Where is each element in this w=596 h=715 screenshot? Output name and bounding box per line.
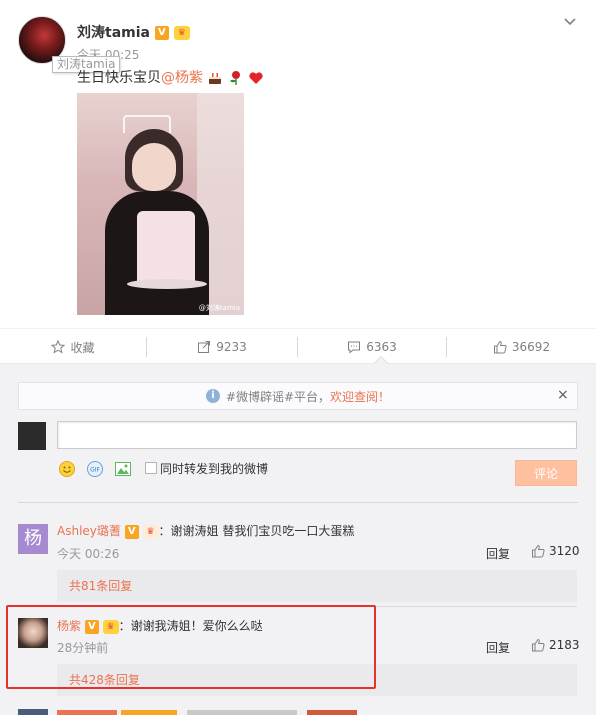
reply-button[interactable]: 回复 (486, 545, 510, 562)
comment-input[interactable] (57, 421, 577, 449)
cake-emoji-icon (209, 73, 222, 84)
emoji-icon[interactable] (58, 460, 76, 478)
next-comment-peek (18, 707, 578, 715)
post-text-body: 生日快乐宝贝 (77, 70, 161, 86)
member-crown-icon[interactable]: ♛ (173, 26, 190, 40)
comment-like-button[interactable]: 3120 (531, 544, 580, 558)
commenter-name[interactable]: Ashley璐蓍 (57, 524, 121, 538)
rumor-notice: i #微博辟谣#平台， 欢迎查阅！ (18, 382, 578, 410)
comment-like-count: 3120 (549, 544, 580, 558)
author-header: 刘涛tamia V ♛ (77, 22, 190, 42)
thumbs-up-icon (532, 544, 545, 558)
favorite-label: 收藏 (70, 340, 95, 355)
comment-time: 今天 00:26 (57, 547, 120, 561)
comment-text: ：谢谢涛姐 替我们宝贝吃一口大蛋糕 (158, 524, 355, 538)
comment-count: 6363 (366, 340, 397, 354)
image-icon[interactable] (114, 460, 132, 478)
birthday-cake-image (137, 211, 195, 283)
mention-link[interactable]: @杨紫 (161, 70, 203, 86)
photo-watermark: @刘涛tamia (198, 304, 240, 312)
rose-emoji-icon (230, 71, 240, 85)
submit-comment-button[interactable]: 评论 (515, 460, 577, 486)
repost-count: 9233 (216, 340, 247, 354)
close-icon[interactable]: × (557, 387, 569, 403)
chevron-down-icon[interactable] (562, 14, 578, 30)
favorite-button[interactable]: 收藏 (0, 329, 146, 365)
like-button[interactable]: 36692 (447, 329, 596, 365)
my-avatar[interactable] (18, 422, 46, 450)
info-icon: i (205, 389, 220, 403)
verified-badge-icon[interactable]: V (124, 524, 139, 539)
panel-caret-inner (374, 357, 388, 364)
like-count: 36692 (511, 340, 551, 354)
repost-icon (198, 341, 211, 353)
post-text: 生日快乐宝贝@杨紫 (77, 67, 264, 87)
thumbs-up-icon (532, 638, 545, 652)
author-name[interactable]: 刘涛tamia (77, 25, 150, 41)
comment-like-button[interactable]: 2183 (531, 638, 580, 652)
repost-checkbox-label[interactable]: 同时转发到我的微博 (160, 460, 268, 477)
notice-link[interactable]: 欢迎查阅！ (330, 388, 390, 405)
star-icon (51, 340, 66, 354)
heart-emoji-icon (249, 72, 263, 84)
composer-divider (18, 502, 578, 503)
verified-badge-icon[interactable]: V (154, 26, 169, 40)
comment-avatar[interactable]: 杨 (18, 524, 48, 554)
svg-text:GIF: GIF (90, 467, 100, 474)
gif-icon[interactable]: GIF (86, 460, 104, 478)
comment-like-count: 2183 (549, 638, 580, 652)
member-badge-icon[interactable]: ♛ (142, 524, 159, 539)
post-action-bar: 收藏 9233 6363 36692 (0, 328, 596, 364)
repost-checkbox[interactable] (145, 462, 157, 474)
comment-button[interactable]: 6363 (298, 329, 446, 365)
comment-item: Ashley璐蓍 V ♛ ：谢谢涛姐 替我们宝贝吃一口大蛋糕 (57, 522, 354, 539)
notice-text[interactable]: #微博辟谣#平台， (226, 388, 330, 405)
sub-replies-link[interactable]: 共81条回复 (57, 570, 577, 602)
comment-icon (348, 341, 361, 354)
post-photo[interactable]: @刘涛tamia (77, 93, 244, 315)
reply-button[interactable]: 回复 (486, 639, 510, 656)
highlight-box (6, 605, 376, 689)
thumbs-up-icon (493, 340, 507, 354)
repost-button[interactable]: 9233 (147, 329, 297, 365)
